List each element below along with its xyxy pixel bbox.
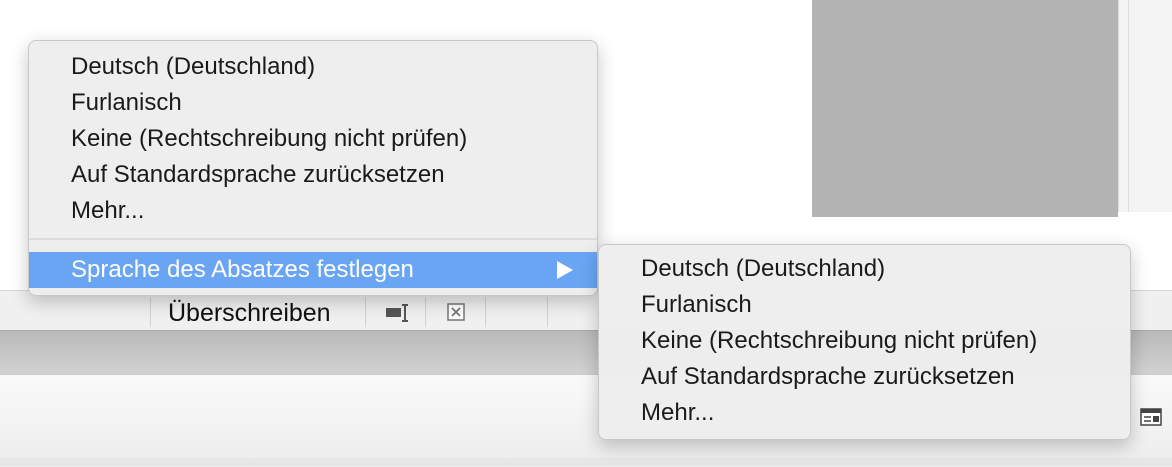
submenu-item-more[interactable]: Mehr... <box>599 395 1130 431</box>
submenu-trigger-label: Sprache des Absatzes festlegen <box>71 256 414 283</box>
right-panel-strip <box>1118 0 1172 212</box>
submenu-arrow-icon <box>557 261 573 279</box>
menu-separator <box>29 238 597 240</box>
right-panel-divider <box>1128 0 1129 212</box>
status-separator <box>365 297 366 327</box>
language-context-menu: Deutsch (Deutschland) Furlanisch Keine (… <box>28 40 598 296</box>
document-modified-icon[interactable] <box>446 302 468 324</box>
menu-item-friulian[interactable]: Furlanisch <box>29 85 597 121</box>
status-separator <box>547 297 548 327</box>
paragraph-language-submenu: Deutsch (Deutschland) Furlanisch Keine (… <box>598 244 1131 440</box>
submenu-item-reset-default-language[interactable]: Auf Standardsprache zurücksetzen <box>599 359 1130 395</box>
page-preview-block <box>812 0 1118 217</box>
menu-item-more[interactable]: Mehr... <box>29 193 597 229</box>
status-separator <box>485 297 486 327</box>
menu-item-german-germany[interactable]: Deutsch (Deutschland) <box>29 49 597 85</box>
status-separator <box>425 297 426 327</box>
layout-icon[interactable] <box>1140 408 1162 426</box>
menu-item-reset-default-language[interactable]: Auf Standardsprache zurücksetzen <box>29 157 597 193</box>
submenu-item-no-spellcheck[interactable]: Keine (Rechtschreibung nicht prüfen) <box>599 323 1130 359</box>
menu-item-set-paragraph-language[interactable]: Sprache des Absatzes festlegen <box>29 252 597 288</box>
selection-mode-icon[interactable] <box>385 302 408 324</box>
overwrite-mode-label[interactable]: Überschreiben <box>168 299 331 328</box>
submenu-item-friulian[interactable]: Furlanisch <box>599 287 1130 323</box>
menu-item-no-spellcheck[interactable]: Keine (Rechtschreibung nicht prüfen) <box>29 121 597 157</box>
status-separator <box>150 297 151 327</box>
submenu-item-german-germany[interactable]: Deutsch (Deutschland) <box>599 251 1130 287</box>
lower-panel-bottom <box>0 458 1172 466</box>
